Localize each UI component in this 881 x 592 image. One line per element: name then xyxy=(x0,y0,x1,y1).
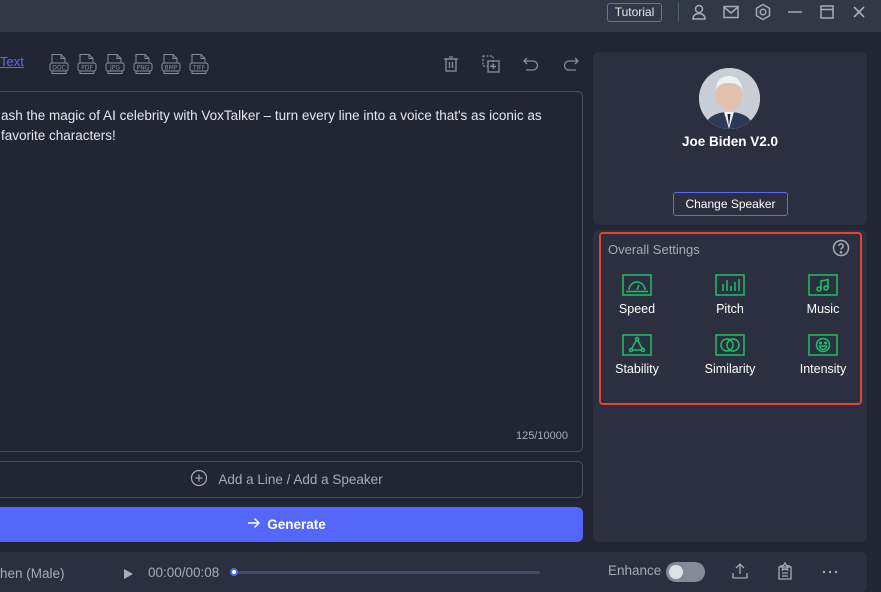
svg-text:JPG: JPG xyxy=(109,65,120,72)
text-editor[interactable]: ash the magic of AI celebrity with VoxTa… xyxy=(0,91,583,452)
play-icon[interactable] xyxy=(122,567,134,579)
change-speaker-button[interactable]: Change Speaker xyxy=(673,192,788,216)
setting-similarity[interactable]: Similarity xyxy=(690,334,770,376)
title-bar-divider xyxy=(678,2,679,22)
file-png-icon[interactable]: PNG xyxy=(133,53,153,75)
progress-thumb[interactable] xyxy=(230,568,238,576)
setting-intensity[interactable]: Intensity xyxy=(783,334,863,376)
character-count: 125/10000 xyxy=(516,430,568,442)
setting-label: Stability xyxy=(615,362,659,376)
tutorial-button[interactable]: Tutorial xyxy=(607,3,662,22)
file-doc-icon[interactable]: DOC xyxy=(49,53,69,75)
generate-label: Generate xyxy=(267,517,326,532)
minimize-icon[interactable] xyxy=(786,3,804,21)
setting-stability[interactable]: Stability xyxy=(597,334,677,376)
audio-player: hen (Male) 00:00/00:08 Enhance xyxy=(0,552,867,592)
settings-card: Overall Settings Speed Pitch Music Stabi… xyxy=(593,230,867,542)
speedometer-icon xyxy=(622,274,652,296)
setting-label: Speed xyxy=(618,302,656,316)
file-bmp-icon[interactable]: BMP xyxy=(161,53,181,75)
svg-text:BMP: BMP xyxy=(165,65,178,72)
file-pdf-icon[interactable]: PDF xyxy=(77,53,97,75)
speaker-name: Joe Biden V2.0 xyxy=(681,134,779,149)
export-icon[interactable] xyxy=(730,561,750,581)
save-clip-icon[interactable] xyxy=(775,561,795,581)
maximize-icon[interactable] xyxy=(818,3,836,21)
setting-label: Similarity xyxy=(704,362,756,376)
speaker-card: Joe Biden V2.0 Change Speaker xyxy=(593,52,867,225)
help-icon[interactable] xyxy=(832,239,850,257)
add-line-button[interactable]: Add a Line / Add a Speaker xyxy=(0,461,583,498)
enhance-label: Enhance xyxy=(608,563,662,578)
music-note-icon xyxy=(808,274,838,296)
voice-name: hen (Male) xyxy=(0,566,65,581)
redo-icon[interactable] xyxy=(561,54,581,74)
delete-icon[interactable] xyxy=(441,54,461,74)
plus-circle-icon xyxy=(190,469,208,490)
svg-text:DOC: DOC xyxy=(52,65,66,72)
setting-label: Intensity xyxy=(799,362,847,376)
title-bar: Tutorial xyxy=(0,0,881,32)
stability-triangle-icon xyxy=(622,334,652,356)
playback-time: 00:00/00:08 xyxy=(148,565,220,580)
intensity-face-icon xyxy=(808,334,838,356)
svg-text:TIFF: TIFF xyxy=(192,65,206,72)
add-line-label: Add a Line / Add a Speaker xyxy=(218,472,383,487)
file-jpg-icon[interactable]: JPG xyxy=(105,53,125,75)
enhance-toggle[interactable] xyxy=(666,562,705,582)
generate-button[interactable]: Generate xyxy=(0,507,583,542)
more-options-icon[interactable] xyxy=(820,561,840,581)
mail-icon[interactable] xyxy=(722,3,740,21)
file-tiff-icon[interactable]: TIFF xyxy=(189,53,209,75)
setting-pitch[interactable]: Pitch xyxy=(690,274,770,316)
setting-speed[interactable]: Speed xyxy=(597,274,677,316)
settings-highlight-box xyxy=(599,232,862,405)
setting-label: Music xyxy=(806,302,840,316)
pitch-bars-icon xyxy=(715,274,745,296)
setting-label: Pitch xyxy=(716,302,744,316)
setting-music[interactable]: Music xyxy=(783,274,863,316)
speaker-avatar xyxy=(699,68,760,129)
add-copy-icon[interactable] xyxy=(481,54,501,74)
undo-icon[interactable] xyxy=(521,54,541,74)
user-icon[interactable] xyxy=(690,3,708,21)
editor-text[interactable]: ash the magic of AI celebrity with VoxTa… xyxy=(1,106,561,146)
settings-icon[interactable] xyxy=(754,3,772,21)
arrow-right-icon xyxy=(247,517,261,532)
svg-text:PDF: PDF xyxy=(81,65,93,72)
svg-text:PNG: PNG xyxy=(137,65,150,72)
text-link[interactable]: Text xyxy=(0,54,24,69)
close-icon[interactable] xyxy=(850,3,868,21)
settings-title: Overall Settings xyxy=(608,242,700,257)
progress-slider[interactable] xyxy=(230,568,540,576)
similarity-circles-icon xyxy=(715,334,745,356)
toggle-knob xyxy=(669,565,683,579)
